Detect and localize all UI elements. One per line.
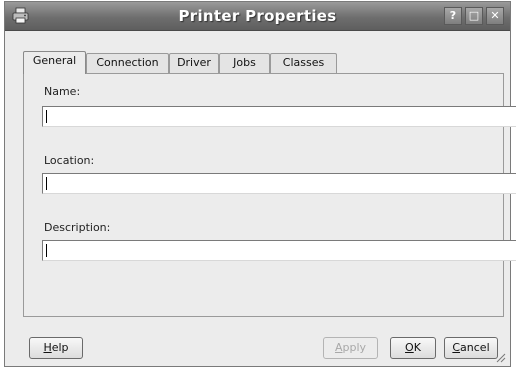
apply-mnemonic: A [334, 341, 343, 354]
tab-connection[interactable]: Connection [86, 53, 169, 73]
name-field[interactable] [42, 106, 516, 127]
resize-grip-icon[interactable] [494, 351, 506, 363]
tab-general[interactable]: General [23, 51, 86, 74]
location-label: Location: [44, 154, 95, 167]
ok-button[interactable]: OK [390, 337, 436, 359]
apply-label-rest: pply [342, 341, 367, 354]
tab-classes[interactable]: Classes [270, 53, 337, 73]
cancel-button[interactable]: Cancel [444, 337, 498, 359]
tab-jobs[interactable]: Jobs [219, 53, 270, 73]
description-field[interactable] [42, 240, 516, 261]
apply-button[interactable]: Apply [323, 337, 378, 359]
text-cursor [46, 110, 47, 123]
ok-mnemonic: O [405, 341, 414, 354]
cancel-mnemonic: C [452, 341, 461, 354]
help-button[interactable]: Help [29, 337, 83, 359]
name-label: Name: [44, 85, 81, 98]
ok-label-rest: K [413, 341, 421, 354]
help-title-button[interactable]: ? [444, 7, 462, 25]
printer-properties-dialog: Printer Properties ? □ ✕ General Connect… [4, 1, 516, 367]
help-label-rest: elp [51, 341, 69, 354]
close-button[interactable]: ✕ [486, 7, 504, 25]
cancel-label-rest: ancel [460, 341, 490, 354]
general-panel: Name: Location: Description: [23, 73, 516, 317]
text-cursor [46, 244, 47, 257]
maximize-button[interactable]: □ [465, 7, 483, 25]
help-mnemonic: H [43, 341, 52, 354]
location-field[interactable] [42, 173, 516, 194]
tab-driver[interactable]: Driver [169, 53, 219, 73]
window-title: Printer Properties [178, 7, 337, 25]
text-cursor [46, 177, 47, 190]
title-bar[interactable]: Printer Properties ? □ ✕ [5, 2, 510, 31]
description-label: Description: [44, 221, 111, 234]
